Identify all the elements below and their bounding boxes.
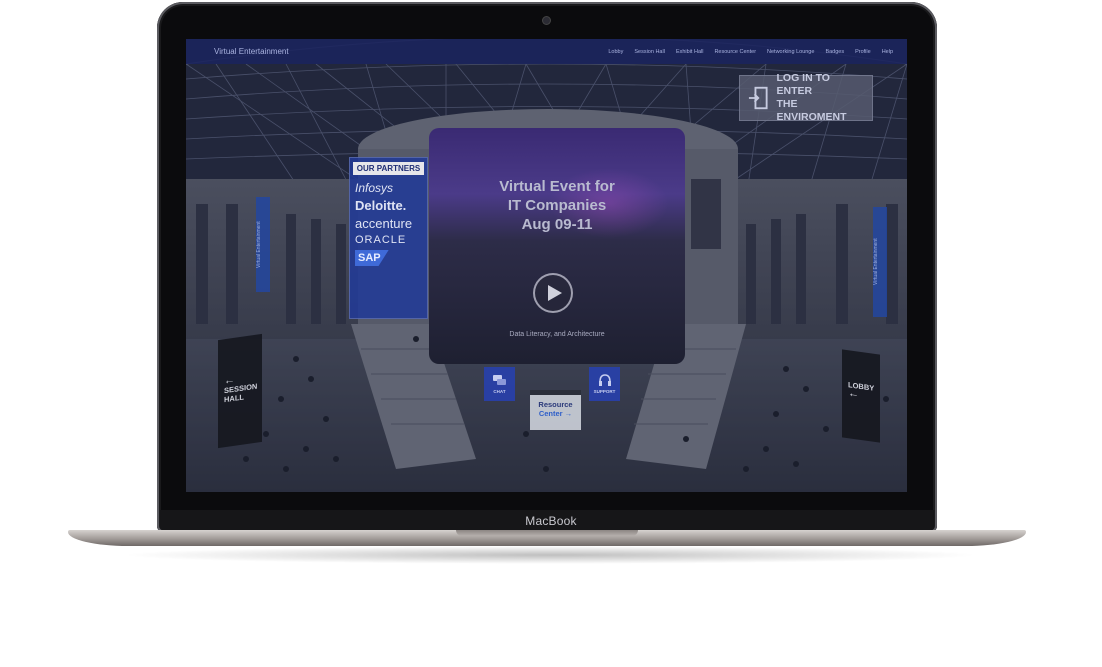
nav-item-lobby[interactable]: Lobby (608, 49, 623, 55)
partner-logo-deloitte: Deloitte. (355, 198, 407, 213)
partner-logo-sap: SAP (355, 250, 389, 266)
nav-item-help[interactable]: Help (882, 49, 893, 55)
nav-menu: Lobby Session Hall Exhibit Hall Resource… (608, 49, 893, 55)
nav-item-networking-lounge[interactable]: Networking Lounge (767, 49, 814, 55)
support-label: SUPPORT (593, 389, 616, 394)
laptop-shadow (120, 546, 980, 564)
support-button[interactable]: SUPPORT (589, 367, 620, 401)
vertical-banner-right: Virtual Entertainment (873, 207, 887, 317)
arrow-right-icon: → (564, 409, 573, 418)
nav-item-exhibit-hall[interactable]: Exhibit Hall (676, 49, 704, 55)
event-title: Virtual Event for IT Companies Aug 09-11 (429, 177, 685, 234)
event-subtitle: Data Literacy, and Architecture (509, 331, 605, 338)
session-hall-sign[interactable]: ← SESSION HALL (218, 333, 262, 449)
vertical-banner-left: Virtual Entertainment (256, 197, 270, 292)
chat-icon (492, 374, 506, 385)
nav-item-badges[interactable]: Badges (825, 49, 844, 55)
login-label-line1: LOG IN TO ENTER (776, 72, 830, 97)
play-video-button[interactable] (533, 273, 573, 313)
play-icon (548, 285, 562, 301)
login-door-icon (748, 86, 768, 110)
nav-item-session-hall[interactable]: Session Hall (634, 49, 665, 55)
chat-button[interactable]: CHAT (484, 367, 515, 401)
login-label: LOG IN TO ENTER THE ENVIROMENT (777, 72, 865, 124)
laptop-screen: Virtual Entertainment Virtual Entertainm… (186, 39, 907, 492)
site-title[interactable]: Virtual Entertainment (214, 47, 608, 56)
resource-sign-line2-text: Center (538, 409, 563, 418)
resource-sign-line2: Center → (530, 409, 581, 418)
top-navbar: Virtual Entertainment Lobby Session Hall… (186, 39, 907, 64)
event-title-line2: IT Companies (507, 197, 607, 214)
nav-item-resource-center[interactable]: Resource Center (714, 49, 756, 55)
partner-logo-infosys: Infosys (355, 181, 394, 195)
partners-banner: OUR PARTNERS Infosys Deloitte. accenture… (349, 157, 428, 319)
nav-item-profile[interactable]: Profile (855, 49, 871, 55)
lobby-sign[interactable]: LOBBY ← (842, 349, 880, 443)
event-video-panel[interactable]: Virtual Event for IT Companies Aug 09-11… (429, 128, 685, 364)
partner-logo-oracle: ORACLE (355, 234, 407, 246)
headset-icon (598, 374, 611, 386)
resource-sign-line1: Resource (538, 400, 573, 409)
chat-label: CHAT (493, 388, 506, 394)
partners-title: OUR PARTNERS (353, 162, 424, 175)
login-to-enter-button[interactable]: LOG IN TO ENTER THE ENVIROMENT (739, 72, 873, 124)
resource-center-sign[interactable]: Resource Center → (530, 390, 581, 430)
event-date: Aug 09-11 (521, 216, 593, 233)
login-label-line2: THE ENVIROMENT (776, 98, 847, 123)
camera-icon (543, 17, 550, 24)
event-title-line1: Virtual Event for (499, 178, 615, 195)
laptop-hinge (456, 530, 638, 536)
partner-logo-accenture: accenture (355, 216, 413, 231)
device-brand-label: MacBook (525, 514, 577, 528)
